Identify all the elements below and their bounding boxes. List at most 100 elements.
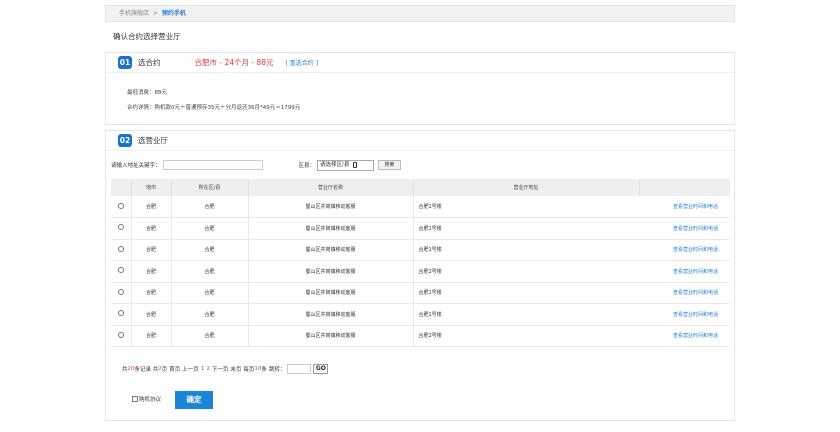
pager-last-link[interactable]: 末页 — [230, 365, 241, 373]
col-header-store-address: 营业厅地址 — [413, 179, 640, 196]
view-hours-phone-link[interactable]: 查看营业时间和电话 — [639, 217, 730, 240]
table-row[interactable]: 合肥 合肥 蜀山区井岗镇移动客服 合肥1号楼 查看营业时间和电话 — [111, 196, 730, 218]
cell-store-name: 蜀山区井岗镇移动客服 — [248, 325, 414, 347]
cell-store-address: 合肥1号楼 — [413, 282, 639, 304]
breadcrumb: 手机旗舰店 > 预约手机 — [105, 5, 735, 22]
store-radio[interactable] — [117, 331, 124, 338]
agreement-row: 购机协议 — [132, 395, 161, 403]
store-radio[interactable] — [117, 224, 124, 231]
pager-total-mid: 条记录 共 — [134, 367, 159, 373]
page-title: 确认合约选择营业厅 — [113, 32, 181, 41]
address-keyword-label: 请输入地址关键字： — [111, 163, 161, 169]
cell-store-address: 合肥1号楼 — [413, 196, 639, 218]
cell-district: 合肥 — [171, 282, 249, 304]
cell-city: 合肥 — [131, 196, 172, 218]
view-hours-phone-link[interactable]: 查看营业时间和电话 — [639, 325, 730, 347]
pager-total-suffix: 页 — [161, 367, 168, 373]
step1-number-badge: 01 — [118, 56, 132, 69]
address-keyword-input[interactable] — [162, 160, 263, 170]
table-row[interactable]: 合肥 合肥 蜀山区井岗镇移动客服 合肥1号楼 查看营业时间和电话 — [111, 239, 730, 261]
view-hours-phone-link[interactable]: 查看营业时间和电话 — [639, 196, 730, 218]
cell-district: 合肥 — [171, 196, 249, 218]
pager-per-page-count: 10 — [254, 366, 262, 372]
store-radio[interactable] — [117, 245, 124, 252]
table-row[interactable]: 合肥 合肥 蜀山区井岗镇移动客服 合肥1号楼 查看营业时间和电话 — [111, 217, 730, 240]
cell-store-name: 蜀山区井岗镇移动客服 — [248, 217, 414, 240]
cell-city: 合肥 — [131, 260, 172, 283]
step1-title: 选合约 — [138, 58, 161, 67]
cell-district: 合肥 — [171, 239, 249, 261]
cell-store-name: 蜀山区井岗镇移动客服 — [248, 260, 414, 283]
pager-page-2-link[interactable]: 2 — [206, 366, 210, 372]
view-hours-phone-link[interactable]: 查看营业时间和电话 — [639, 260, 730, 283]
cell-store-name: 蜀山区井岗镇移动客服 — [248, 239, 414, 261]
step2-number-badge: 02 — [118, 134, 132, 147]
col-header-select — [111, 179, 132, 196]
row-radio-cell[interactable] — [111, 260, 132, 283]
cell-city: 合肥 — [131, 282, 172, 304]
selected-plan: 合肥市 - 24个月 - 88元 — [194, 58, 274, 67]
store-table: 地市 所在区/县 营业厅名称 营业厅地址 合肥 合肥 蜀山区井岗镇移动客服 合肥… — [111, 179, 730, 347]
cell-city: 合肥 — [131, 239, 172, 261]
pager-next-link[interactable]: 下一页 — [212, 365, 229, 373]
cell-district: 合肥 — [171, 303, 249, 326]
district-select-value: 请选择区/县 — [320, 161, 350, 168]
district-label: 区县： — [298, 163, 316, 169]
cell-store-name: 蜀山区井岗镇移动客服 — [248, 282, 414, 304]
cell-district: 合肥 — [171, 260, 249, 283]
pager-total-records: 20 — [127, 366, 135, 372]
step2-header: 02 选营业厅 — [106, 131, 734, 151]
store-radio[interactable] — [117, 310, 124, 317]
pager-prev-link[interactable]: 上一页 — [182, 365, 199, 373]
cell-store-address: 合肥1号楼 — [413, 325, 639, 347]
cell-store-address: 合肥1号楼 — [413, 303, 639, 326]
agreement-checkbox[interactable] — [132, 396, 138, 402]
page-jump-input[interactable] — [287, 364, 312, 374]
confirm-button[interactable]: 确定 — [175, 391, 213, 409]
col-header-link — [639, 179, 730, 196]
cell-district: 合肥 — [171, 217, 249, 240]
row-radio-cell[interactable] — [111, 303, 132, 326]
pager-per-page-suffix: 条 — [261, 367, 267, 373]
step1-header: 01 选合约 合肥市 - 24个月 - 88元 [ 重选合约 ] — [106, 53, 734, 73]
table-row[interactable]: 合肥 合肥 蜀山区井岗镇移动客服 合肥1号楼 查看营业时间和电话 — [111, 282, 730, 304]
search-button[interactable]: 搜索 — [378, 160, 402, 170]
store-radio[interactable] — [117, 288, 124, 295]
cell-city: 合肥 — [131, 303, 172, 326]
district-select[interactable]: 请选择区/县 — [317, 159, 375, 171]
breadcrumb-current: 预约手机 — [161, 10, 186, 17]
table-row[interactable]: 合肥 合肥 蜀山区井岗镇移动客服 合肥1号楼 查看营业时间和电话 — [111, 260, 730, 283]
pagination: 共 20 条记录 共 2 页 首页 上一页 1 2 下一页 末页 每页 10 条… — [122, 364, 329, 374]
view-hours-phone-link[interactable]: 查看营业时间和电话 — [639, 239, 730, 261]
table-header-row: 地市 所在区/县 营业厅名称 营业厅地址 — [111, 179, 730, 196]
min-fee-text: 最低消费：88元 — [127, 90, 167, 96]
pager-jump-label: 跳转： — [268, 367, 286, 373]
store-radio[interactable] — [117, 267, 124, 274]
pager-first-link[interactable]: 首页 — [169, 365, 180, 373]
pager-page-1-link[interactable]: 1 — [201, 366, 205, 372]
table-row[interactable]: 合肥 合肥 蜀山区井岗镇移动客服 合肥1号楼 查看营业时间和电话 — [111, 325, 730, 347]
cell-store-name: 蜀山区井岗镇移动客服 — [248, 196, 414, 218]
step1-panel: 01 选合约 合肥市 - 24个月 - 88元 [ 重选合约 ] 最低消费：88… — [105, 52, 735, 125]
agreement-label[interactable]: 购机协议 — [139, 395, 161, 403]
view-hours-phone-link[interactable]: 查看营业时间和电话 — [639, 303, 730, 326]
breadcrumb-home-link[interactable]: 手机旗舰店 — [119, 10, 149, 17]
row-radio-cell[interactable] — [111, 217, 132, 240]
table-row[interactable]: 合肥 合肥 蜀山区井岗镇移动客服 合肥1号楼 查看营业时间和电话 — [111, 303, 730, 326]
col-header-city: 地市 — [131, 179, 172, 196]
plan-details: 最低消费：88元 合约详情：购机款0元＋普通预存35元＋分月返还36月*49元＝… — [106, 73, 734, 116]
step2-title: 选营业厅 — [138, 136, 168, 145]
plan-detail-text: 合约详情：购机款0元＋普通预存35元＋分月返还36月*49元＝1799元 — [127, 105, 301, 111]
row-radio-cell[interactable] — [111, 196, 132, 218]
row-radio-cell[interactable] — [111, 325, 132, 347]
breadcrumb-separator: > — [152, 10, 158, 17]
view-hours-phone-link[interactable]: 查看营业时间和电话 — [639, 282, 730, 304]
go-button[interactable]: GO — [313, 364, 329, 374]
col-header-store-name: 营业厅名称 — [248, 179, 414, 196]
reselect-plan-link[interactable]: [ 重选合约 ] — [286, 58, 319, 67]
row-radio-cell[interactable] — [111, 239, 132, 261]
cell-store-address: 合肥1号楼 — [413, 239, 639, 261]
store-radio[interactable] — [117, 202, 124, 209]
cell-store-address: 合肥1号楼 — [413, 217, 639, 240]
row-radio-cell[interactable] — [111, 282, 132, 304]
